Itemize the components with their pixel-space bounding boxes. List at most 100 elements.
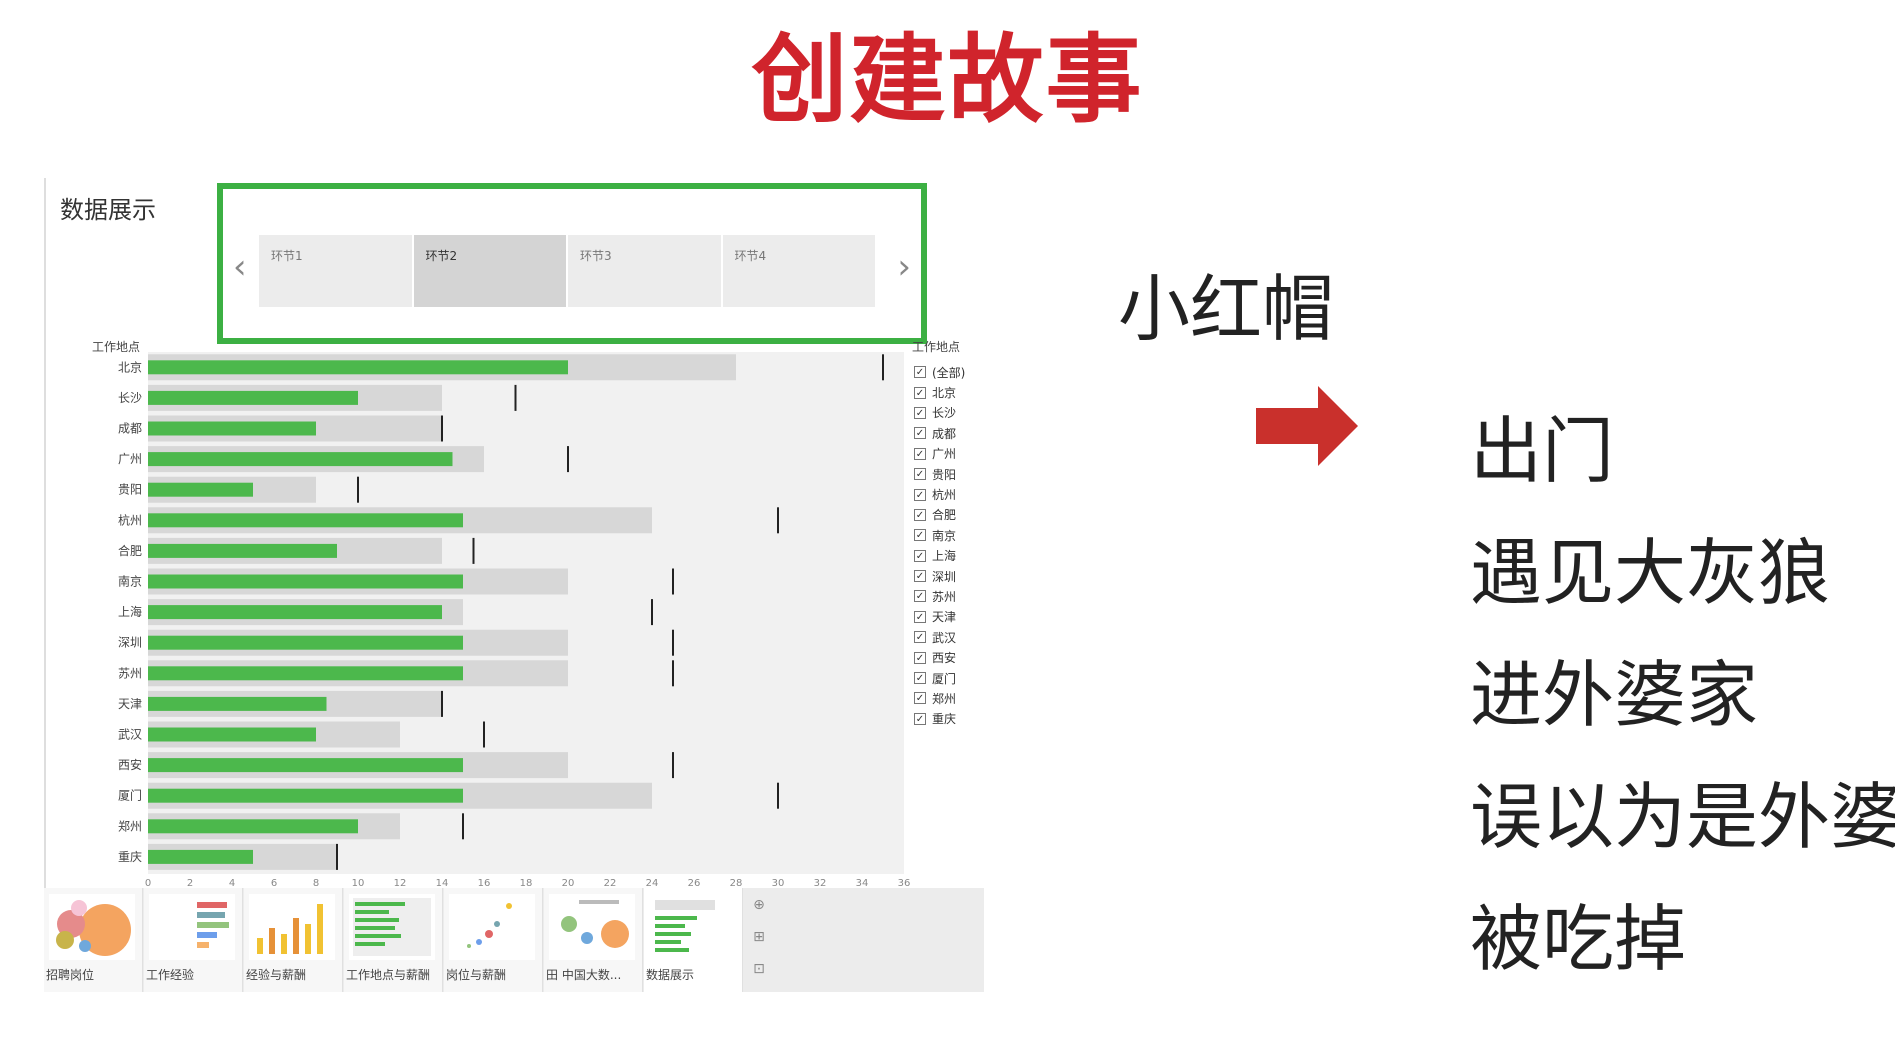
legend-item[interactable]: ✓ 西安 — [914, 647, 965, 667]
chevron-right-icon[interactable]: › — [897, 247, 911, 287]
legend-item[interactable]: ✓ 武汉 — [914, 627, 965, 647]
story-point-label: 环节2 — [425, 249, 458, 263]
legend-item-label: 天津 — [932, 610, 957, 625]
checkbox-checked-icon[interactable]: ✓ — [914, 508, 926, 521]
legend-item[interactable]: ✓ 厦门 — [914, 668, 965, 688]
sheet-tab[interactable]: 工作地点与薪酬 — [344, 888, 443, 992]
legend-item-label: 广州 — [932, 447, 957, 462]
checkbox-checked-icon[interactable]: ✓ — [914, 529, 926, 542]
story-point-1[interactable]: 环节1 — [259, 235, 412, 307]
sheet-tab[interactable]: 经验与薪酬 — [244, 888, 343, 992]
legend-item-label: 成都 — [932, 426, 957, 441]
legend-item[interactable]: ✓ 重庆 — [914, 709, 965, 729]
legend-item[interactable]: ✓ 北京 — [914, 382, 965, 402]
story-point-2[interactable]: 环节2 — [413, 235, 566, 307]
sheet-tab[interactable]: 数据展示 — [644, 888, 743, 992]
checkbox-checked-icon[interactable]: ✓ — [914, 366, 926, 379]
sheet-label: 田 中国大数... — [546, 968, 622, 982]
checkbox-checked-icon[interactable]: ✓ — [914, 447, 926, 460]
story-step: 误以为是外婆 — [1470, 775, 1895, 859]
sheet-tab[interactable]: 工作经验 — [144, 888, 243, 992]
legend-item[interactable]: ✓ 深圳 — [914, 566, 965, 586]
slide-title: 创建故事 — [751, 24, 1144, 136]
checkbox-checked-icon[interactable]: ✓ — [914, 672, 926, 685]
legend-item-label: 南京 — [932, 528, 957, 543]
chevron-left-icon[interactable]: ‹ — [233, 247, 247, 287]
legend-item-label: 贵阳 — [932, 467, 957, 482]
sheet-thumbnail — [449, 894, 535, 960]
legend-item-label: 北京 — [932, 386, 957, 401]
legend-item[interactable]: ✓ (全部) — [914, 362, 965, 382]
checkbox-checked-icon[interactable]: ✓ — [914, 712, 926, 725]
checkbox-checked-icon[interactable]: ✓ — [914, 406, 926, 419]
sheet-thumbnail — [549, 894, 635, 960]
checkbox-checked-icon[interactable]: ✓ — [914, 631, 926, 644]
story-step: 进外婆家 — [1470, 653, 1759, 737]
category-tick-label: 重庆 — [118, 850, 142, 864]
checkbox-checked-icon[interactable]: ✓ — [914, 468, 926, 481]
legend-item[interactable]: ✓ 成都 — [914, 423, 965, 443]
sheet-label: 经验与薪酬 — [246, 968, 307, 982]
checkbox-checked-icon[interactable]: ✓ — [914, 610, 926, 623]
category-tick-label: 贵阳 — [118, 483, 142, 497]
checkbox-checked-icon[interactable]: ✓ — [914, 488, 926, 501]
bar-mark — [148, 788, 463, 803]
legend-item[interactable]: ✓ 合肥 — [914, 505, 965, 525]
sheet-tab[interactable]: 田 中国大数... — [544, 888, 643, 992]
sheet-label: 工作经验 — [146, 968, 195, 982]
legend-item-label: 厦门 — [932, 671, 957, 686]
legend-item[interactable]: ✓ 广州 — [914, 444, 965, 464]
legend-item-label: 武汉 — [932, 630, 957, 645]
bar-mark — [148, 696, 327, 711]
right-arrow-icon — [1256, 386, 1358, 466]
story-title: 数据展示 — [60, 196, 156, 224]
sheet-label: 工作地点与薪酬 — [346, 968, 431, 982]
story-hero: 小红帽 — [1118, 267, 1335, 351]
filter-legend: ✓ (全部) ✓ 北京 ✓ 长沙 ✓ 成都 ✓ 广州 ✓ 贵阳 ✓ 杭州 ✓ 合肥 ✓ 南京 ✓ 上海 ✓ 深圳 ✓ 苏州 ✓ 天… — [914, 362, 965, 729]
checkbox-checked-icon[interactable]: ✓ — [914, 590, 926, 603]
checkbox-checked-icon[interactable]: ✓ — [914, 386, 926, 399]
legend-item[interactable]: ✓ 上海 — [914, 546, 965, 566]
legend-item[interactable]: ✓ 贵阳 — [914, 464, 965, 484]
legend-item-label: 合肥 — [932, 508, 957, 523]
new-dashboard-icon[interactable]: ⊞ — [750, 928, 768, 946]
legend-item[interactable]: ✓ 长沙 — [914, 403, 965, 423]
category-tick-label: 杭州 — [118, 512, 142, 527]
story-step: 遇见大灰狼 — [1470, 531, 1831, 615]
bar-mark — [148, 390, 358, 405]
story-point-4[interactable]: 环节4 — [722, 235, 875, 307]
bar-mark — [148, 635, 463, 650]
checkbox-checked-icon[interactable]: ✓ — [914, 692, 926, 705]
bar-mark — [148, 819, 358, 834]
sheet-thumbnail — [249, 894, 335, 960]
sheet-tab[interactable]: 招聘岗位 — [44, 888, 143, 992]
story-point-3[interactable]: 环节3 — [568, 235, 721, 307]
new-story-icon[interactable]: ⊡ — [750, 960, 768, 978]
sheet-tab[interactable]: 岗位与薪酬 — [444, 888, 543, 992]
legend-item[interactable]: ✓ 杭州 — [914, 484, 965, 504]
bar-mark — [148, 574, 463, 589]
category-tick-label: 天津 — [118, 697, 142, 711]
legend-item-label: 杭州 — [932, 488, 957, 503]
legend-item-label: 重庆 — [932, 712, 957, 727]
story-step: 出门 — [1470, 409, 1615, 493]
new-worksheet-icon[interactable]: ⊕ — [750, 896, 768, 914]
sheet-thumbnail — [349, 894, 435, 960]
checkbox-checked-icon[interactable]: ✓ — [914, 549, 926, 562]
legend-item[interactable]: ✓ 苏州 — [914, 586, 965, 606]
legend-item[interactable]: ✓ 郑州 — [914, 688, 965, 708]
bar-mark — [148, 421, 316, 436]
category-tick-label: 深圳 — [118, 636, 142, 650]
sheet-thumbnail — [49, 894, 135, 960]
category-tick-label: 厦门 — [118, 788, 142, 803]
checkbox-checked-icon[interactable]: ✓ — [914, 427, 926, 440]
checkbox-checked-icon[interactable]: ✓ — [914, 651, 926, 664]
legend-item[interactable]: ✓ 南京 — [914, 525, 965, 545]
category-tick-label: 合肥 — [118, 543, 142, 558]
checkbox-checked-icon[interactable]: ✓ — [914, 570, 926, 583]
legend-item-label: 苏州 — [932, 589, 957, 604]
category-tick-label: 武汉 — [118, 728, 142, 742]
sheet-label: 数据展示 — [646, 968, 695, 982]
legend-item[interactable]: ✓ 天津 — [914, 607, 965, 627]
bar-mark — [148, 482, 253, 497]
